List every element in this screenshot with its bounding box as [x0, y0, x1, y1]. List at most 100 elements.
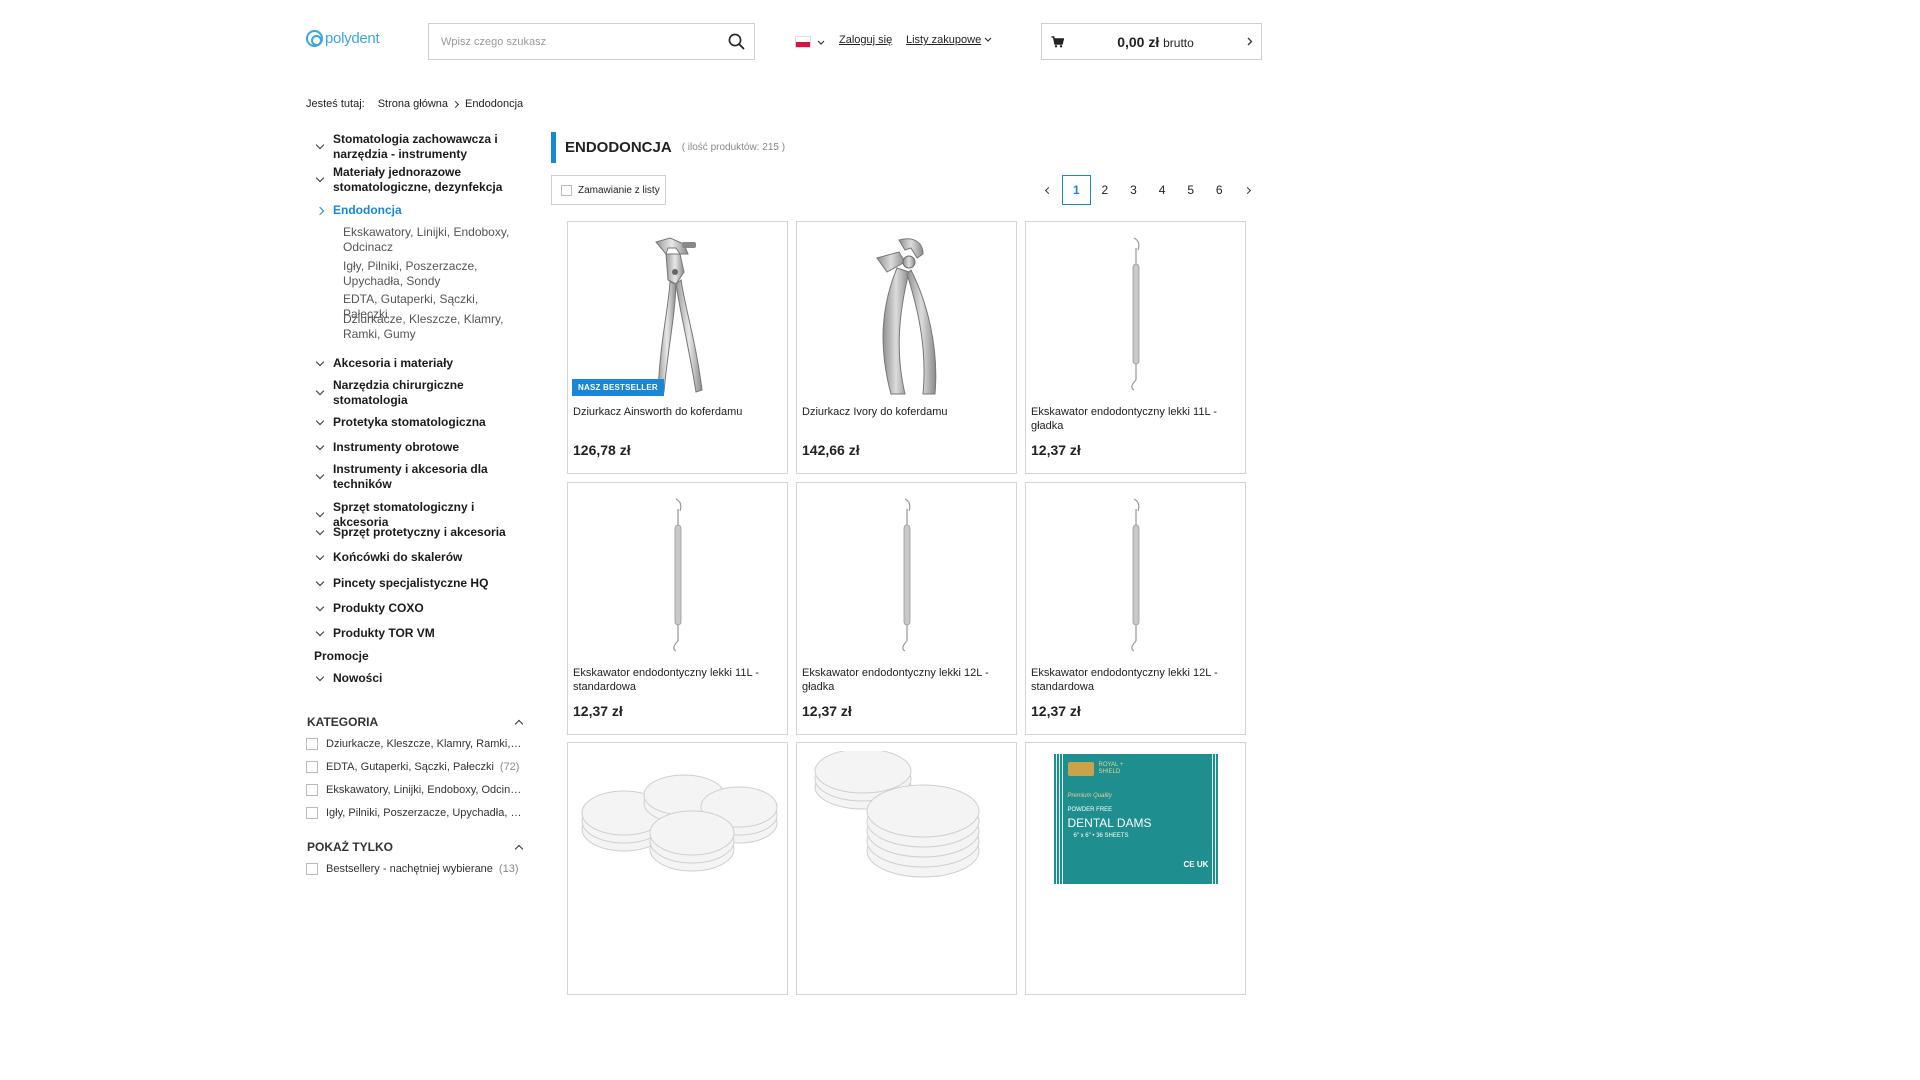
product-name[interactable]: Dziurkacz Ainsworth do koferdamu	[573, 406, 778, 420]
chevron-down-icon	[306, 357, 333, 366]
sidebar-item-label: Instrumenty i akcesoria dla techników	[333, 462, 488, 491]
sidebar-item-chirurgia[interactable]: Narzędzia chirurgiczne stomatologia	[306, 378, 528, 408]
product-card[interactable]: Ekskawator endodontyczny lekki 12L - gła…	[796, 482, 1017, 735]
filter-option[interactable]: Bestsellery - nachętniej wybierane (13)	[306, 863, 524, 875]
chevron-down-icon	[306, 173, 333, 183]
pagination-page[interactable]: 5	[1176, 175, 1205, 205]
sidebar-item-sprzet-prot[interactable]: Sprzęt protetyczny i akcesoria	[306, 525, 528, 540]
filter-option[interactable]: Dziurkacze, Kleszcze, Klamry, Ramki, Gum…	[306, 738, 524, 750]
product-image[interactable]	[1032, 491, 1239, 659]
product-image[interactable]	[803, 751, 1010, 919]
chevron-down-icon	[306, 526, 333, 535]
product-name[interactable]: Dziurkacz Ivory do koferdamu	[802, 406, 1007, 420]
product-image[interactable]: ROYAL + SHIELD Premium Quality POWDER FR…	[1032, 754, 1239, 922]
filter-option[interactable]: Ekskawatory, Linijki, Endoboxy, Odcinacz	[306, 784, 524, 796]
sidebar-item-promocje[interactable]: Promocje	[314, 649, 509, 664]
product-name[interactable]: Ekskawator endodontyczny lekki 12L - sta…	[1031, 667, 1236, 694]
search-icon[interactable]	[718, 24, 754, 60]
product-card[interactable]: Dziurkacz Ivory do koferdamu 142,66 zł	[796, 221, 1017, 474]
product-count: ( ilość produktów: 215 )	[681, 142, 786, 153]
filter-kategoria-title: KATEGORIA	[307, 715, 379, 729]
logo[interactable]: polydent	[306, 30, 380, 47]
shopping-lists-menu[interactable]: Listy zakupowe	[906, 34, 992, 46]
login-link[interactable]: Zaloguj się	[839, 34, 892, 46]
cart-total: 0,00 zł brutto	[1072, 34, 1239, 50]
sidebar-item-stomatologia[interactable]: Stomatologia zachowawcza i narzędzia - i…	[306, 132, 528, 162]
sidebar-item-obrotowe[interactable]: Instrumenty obrotowe	[306, 440, 528, 455]
product-image[interactable]	[574, 491, 781, 659]
filter-option-label: Igły, Pilniki, Poszerzacze, Upychadła, S…	[326, 807, 524, 819]
sidebar-subitem-ekskawatory[interactable]: Ekskawatory, Linijki, Endoboxy, Odcinacz	[343, 225, 523, 255]
cart-amount: 0,00 zł	[1117, 33, 1160, 50]
product-card[interactable]: ROYAL + SHIELD Premium Quality POWDER FR…	[1025, 742, 1246, 995]
pagination-page[interactable]: 2	[1091, 175, 1120, 205]
product-name[interactable]: Ekskawator endodontyczny lekki 12L - gła…	[802, 667, 1007, 694]
cotton-pads-icon	[581, 774, 778, 872]
filter-show-title: POKAŻ TYLKO	[307, 840, 393, 854]
chevron-down-icon	[817, 35, 825, 49]
filter-option[interactable]: EDTA, Gutaperki, Sączki, Pałeczki (72)	[306, 761, 524, 773]
filter-option-label: EDTA, Gutaperki, Sączki, Pałeczki	[326, 761, 494, 773]
chevron-down-icon	[306, 577, 333, 586]
chevron-right-icon	[306, 206, 333, 215]
checkbox[interactable]	[306, 807, 318, 819]
product-price: 12,37 zł	[1031, 703, 1081, 719]
sidebar-subitem-dziurkacze[interactable]: Dziurkacze, Kleszcze, Klamry, Ramki, Gum…	[343, 312, 523, 342]
product-price: 142,66 zł	[802, 442, 860, 458]
sidebar-item-nowosci[interactable]: Nowości	[306, 671, 528, 686]
chevron-down-icon	[306, 441, 333, 450]
sidebar-item-technicy[interactable]: Instrumenty i akcesoria dla techników	[306, 462, 528, 492]
sidebar-item-label: Sprzęt protetyczny i akcesoria	[333, 525, 506, 539]
product-image[interactable]	[1032, 230, 1239, 398]
product-card[interactable]: Ekskawator endodontyczny lekki 11L - sta…	[567, 482, 788, 735]
product-name[interactable]: Ekskawator endodontyczny lekki 11L - gła…	[1031, 406, 1236, 433]
filter-kategoria-header[interactable]: KATEGORIA	[307, 715, 525, 729]
checkbox[interactable]	[306, 761, 318, 773]
product-name[interactable]: Ekskawator endodontyczny lekki 11L - sta…	[573, 667, 778, 694]
checkbox[interactable]	[306, 863, 318, 875]
pagination-page[interactable]: 6	[1205, 175, 1234, 205]
chevron-down-icon	[306, 416, 333, 425]
checkbox[interactable]	[561, 184, 572, 196]
product-card[interactable]	[796, 742, 1017, 995]
chevron-down-icon	[306, 470, 333, 480]
sidebar-item-akcesoria[interactable]: Akcesoria i materiały	[306, 356, 528, 371]
sidebar-subitem-igly[interactable]: Igły, Pilniki, Poszerzacze, Upychadła, S…	[343, 259, 523, 289]
cotton-pads-icon	[814, 751, 980, 878]
language-selector[interactable]	[795, 35, 825, 49]
pagination-prev-icon[interactable]	[1034, 175, 1062, 205]
pagination-next-icon[interactable]	[1234, 175, 1262, 205]
product-card[interactable]: Ekskawator endodontyczny lekki 12L - sta…	[1025, 482, 1246, 735]
sidebar-item-materialy[interactable]: Materiały jednorazowe stomatologiczne, d…	[306, 165, 528, 195]
product-image[interactable]	[574, 751, 781, 919]
filter-option[interactable]: Igły, Pilniki, Poszerzacze, Upychadła, S…	[306, 807, 524, 819]
pagination-page[interactable]: 4	[1148, 175, 1177, 205]
box-powder: POWDER FREE	[1067, 807, 1113, 813]
logo-icon	[306, 30, 323, 47]
product-card[interactable]	[567, 742, 788, 995]
sidebar-item-endodoncja[interactable]: Endodoncja	[306, 203, 528, 218]
product-image[interactable]	[803, 491, 1010, 659]
product-card[interactable]: Ekskawator endodontyczny lekki 11L - gła…	[1025, 221, 1246, 474]
filter-show-header[interactable]: POKAŻ TYLKO	[307, 840, 525, 854]
sidebar-item-protetyka[interactable]: Protetyka stomatologiczna	[306, 415, 528, 430]
order-from-list-button[interactable]: Zamawianie z listy	[551, 175, 666, 205]
search-input[interactable]	[429, 35, 718, 48]
pagination-page[interactable]: 3	[1119, 175, 1148, 205]
product-card[interactable]: NASZ BESTSELLER Dziurkacz Ainsworth do k…	[567, 221, 788, 474]
breadcrumb-home[interactable]: Strona główna	[378, 98, 448, 110]
cart-button[interactable]: 0,00 zł brutto	[1041, 23, 1262, 60]
sidebar-item-label: Promocje	[314, 649, 369, 663]
chevron-up-icon	[513, 718, 525, 728]
page-title: ENDODONCJA	[565, 139, 672, 156]
checkbox[interactable]	[306, 784, 318, 796]
breadcrumb-current[interactable]: Endodoncja	[465, 98, 523, 110]
product-image[interactable]	[574, 230, 781, 398]
checkbox[interactable]	[306, 738, 318, 750]
sidebar-item-koncowki[interactable]: Końcówki do skalerów	[306, 550, 528, 565]
sidebar-item-tor-vm[interactable]: Produkty TOR VM	[306, 626, 528, 641]
sidebar-item-coxo[interactable]: Produkty COXO	[306, 601, 528, 616]
product-image[interactable]	[803, 230, 1010, 398]
sidebar-item-pincety[interactable]: Pincety specjalistyczne HQ	[306, 576, 528, 591]
pagination-page[interactable]: 1	[1062, 175, 1091, 205]
